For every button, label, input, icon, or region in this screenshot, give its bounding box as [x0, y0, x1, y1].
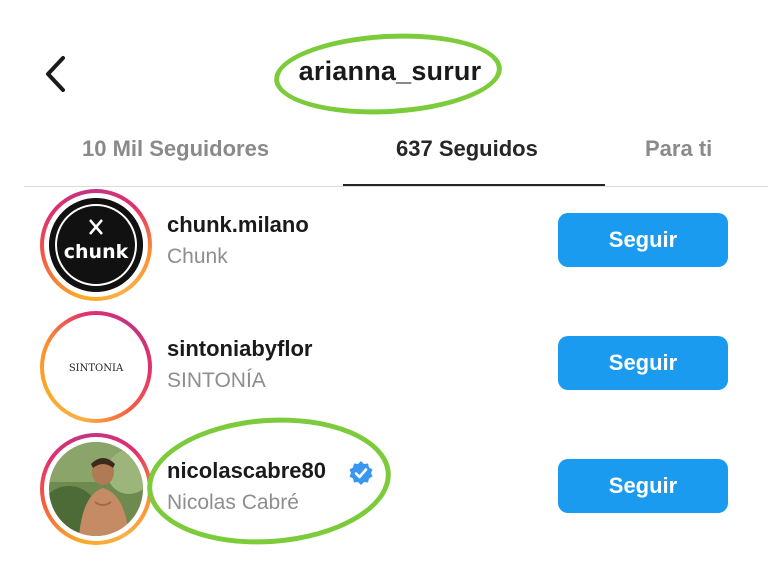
avatar[interactable]	[40, 433, 152, 545]
username[interactable]: sintoniabyflor	[167, 336, 312, 362]
svg-text:SINTONIA: SINTONIA	[69, 363, 124, 374]
username[interactable]: chunk.milano	[167, 212, 309, 238]
full-name: SINTONÍA	[167, 369, 266, 392]
sintonia-logo-icon: SINTONIA	[49, 320, 143, 414]
follow-button[interactable]: Seguir	[558, 213, 728, 267]
svg-text:chunk: chunk	[64, 241, 129, 263]
highlight-oval-title	[272, 28, 504, 120]
tab-followers[interactable]: 10 Mil Seguidores	[82, 136, 269, 162]
avatar[interactable]: SINTONIA	[40, 311, 152, 423]
chunk-logo-icon: chunk	[49, 198, 143, 292]
list-item: chunk chunk.milano Chunk Seguir	[0, 186, 768, 304]
follow-button[interactable]: Seguir	[558, 459, 728, 513]
tabs-bar: 10 Mil Seguidores 637 Seguidos Para ti	[0, 130, 768, 188]
header: arianna_surur	[0, 0, 768, 130]
tab-following[interactable]: 637 Seguidos	[396, 136, 538, 162]
list-item: SINTONIA sintoniabyflor SINTONÍA Seguir	[0, 308, 768, 426]
full-name: Chunk	[167, 245, 228, 268]
profile-photo-icon	[49, 442, 143, 536]
avatar[interactable]: chunk	[40, 189, 152, 301]
tab-for-you[interactable]: Para ti	[645, 136, 712, 162]
follow-button[interactable]: Seguir	[558, 336, 728, 390]
